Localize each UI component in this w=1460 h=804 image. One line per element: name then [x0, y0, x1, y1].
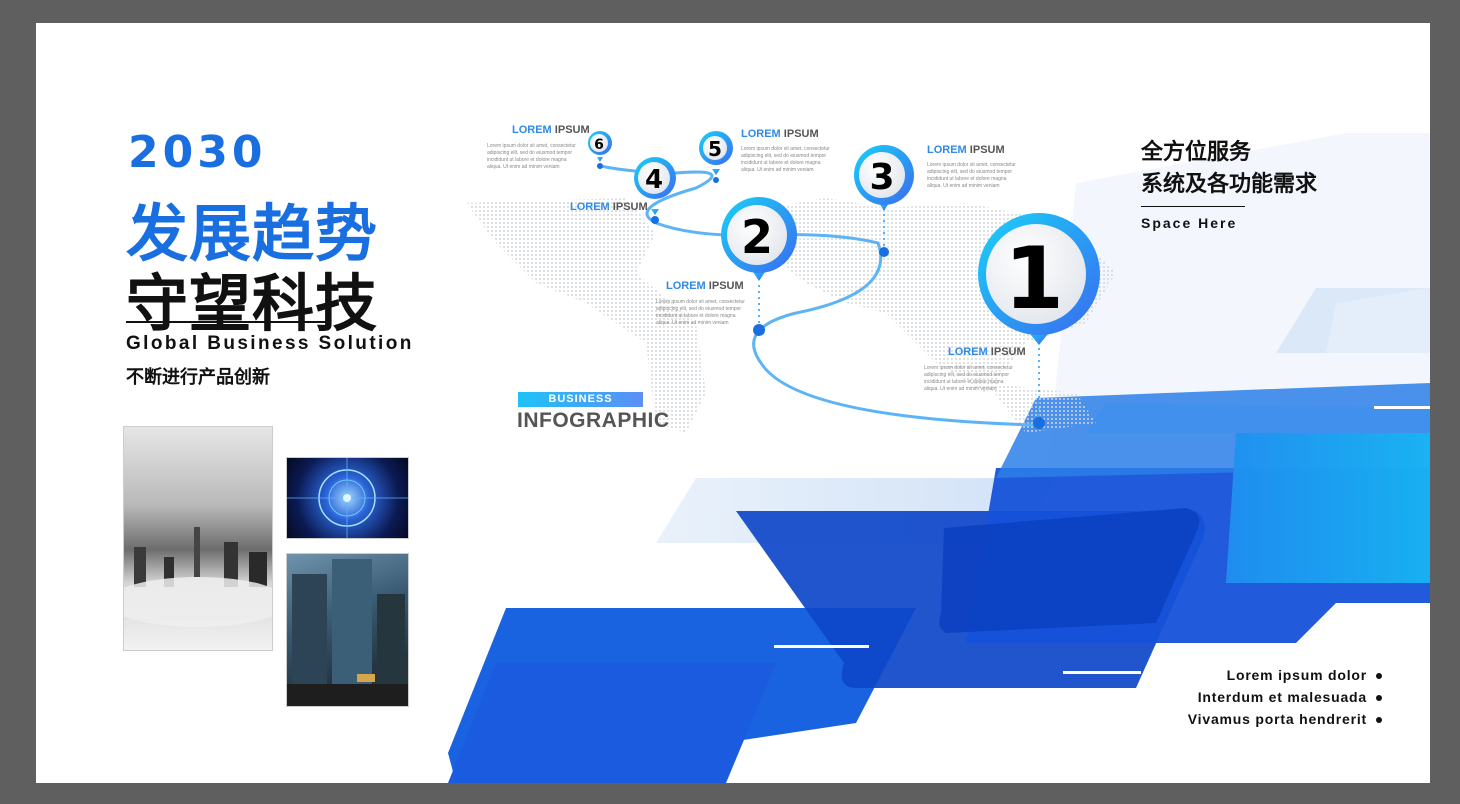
bullet-list: Lorem ipsum dolor Interdum et malesuada …	[1188, 667, 1382, 733]
pin-2-number: 2	[741, 210, 773, 264]
pin-6: 6	[588, 131, 612, 162]
hero-divider	[126, 321, 328, 323]
right-heading: 全方位服务 系统及各功能需求	[1141, 137, 1317, 201]
right-heading-line1: 全方位服务	[1141, 140, 1252, 165]
tech-circuit-photo	[286, 457, 409, 539]
pin-1: 1	[978, 213, 1100, 345]
pin-3: 3	[854, 145, 914, 211]
step-3-text: Lorem ipsum dolor sit amet, consectetur …	[927, 162, 1016, 189]
city-fog-photo	[108, 426, 288, 651]
hero-subtitle-cn: 不断进行产品创新	[126, 367, 270, 388]
step-1-text: Lorem ipsum dolor sit amet, consectetur …	[924, 365, 1013, 392]
hero-year: 2030	[128, 127, 267, 178]
space-here-label: Space Here	[1141, 215, 1238, 231]
step-2-label: LOREM IPSUM	[666, 280, 744, 292]
hero-subtitle-en: Global Business Solution	[126, 333, 414, 354]
pin-4-number: 4	[645, 165, 663, 195]
step-6-label: LOREM IPSUM	[512, 124, 590, 136]
step-2-text: Lorem ipsum dolor sit amet, consectetur …	[656, 299, 745, 326]
pin-6-number: 6	[594, 137, 604, 153]
hero-title-line2: 守望科技	[126, 267, 379, 340]
step-6-text: Lorem ipsum dolor sit amet, consectetur …	[487, 143, 576, 170]
poster-board: 1 2 3 4 5 6 LOREM IPSUM Lorem ipsum dolo…	[36, 23, 1430, 783]
pin-1-number: 1	[1004, 229, 1064, 329]
bullet-item: Interdum et malesuada	[1188, 689, 1382, 711]
right-divider	[1141, 206, 1245, 207]
bullet-item: Vivamus porta hendrerit	[1188, 711, 1382, 733]
infographic-title: INFOGRAPHIC	[517, 409, 670, 432]
step-5-label: LOREM IPSUM	[741, 128, 819, 140]
bullet-item: Lorem ipsum dolor	[1188, 667, 1382, 689]
street-buildings-photo	[286, 553, 409, 707]
right-heading-line2: 系统及各功能需求	[1141, 172, 1318, 197]
business-badge: BUSINESS	[518, 392, 643, 407]
step-1-label: LOREM IPSUM	[948, 346, 1026, 358]
step-4-label: LOREM IPSUM	[570, 201, 648, 213]
step-3-label: LOREM IPSUM	[927, 144, 1005, 156]
pin-5: 5	[699, 131, 733, 175]
step-5-text: Lorem ipsum dolor sit amet, consectetur …	[741, 146, 830, 173]
pin-5-number: 5	[708, 137, 722, 161]
pin-3-number: 3	[869, 157, 894, 198]
pin-2: 2	[721, 197, 797, 281]
